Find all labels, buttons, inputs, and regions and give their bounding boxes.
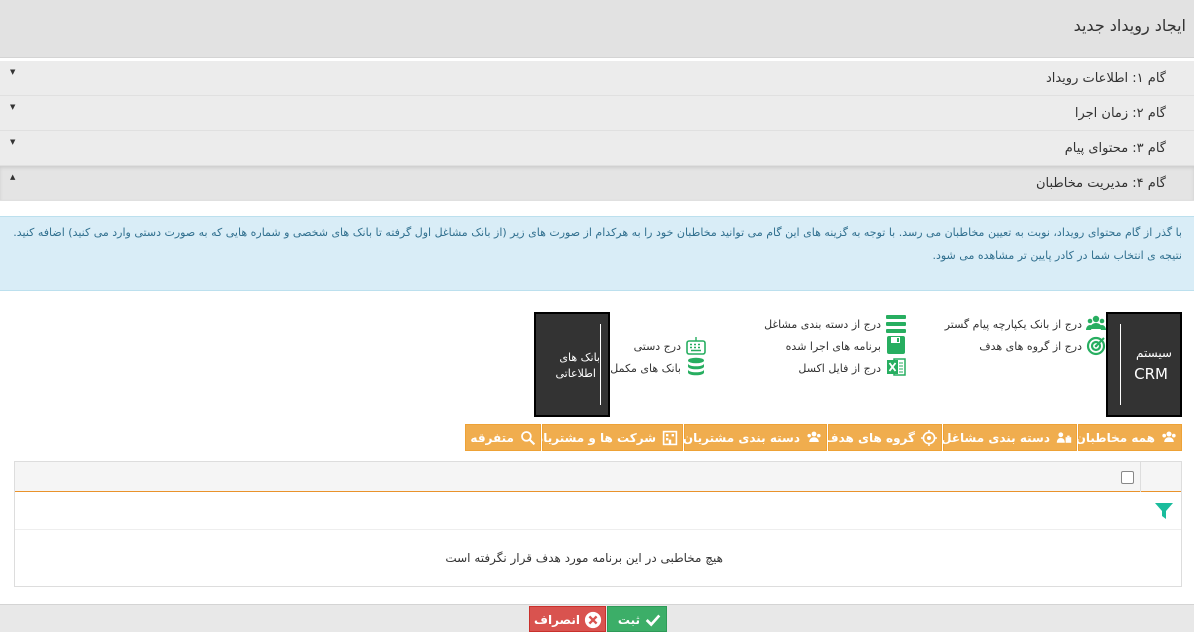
step-3-label: گام ۳: محتوای پیام [1064,141,1166,156]
floppy-icon [887,336,905,354]
info-alert: با گذر از گام محتوای رویداد، نوبت به تعی… [0,216,1194,291]
step-4-label: گام ۴: مدیریت مخاطبان [1035,176,1166,191]
filter-icon[interactable] [1154,501,1174,521]
step-3-header[interactable]: ▼ گام ۳: محتوای پیام [0,131,1194,166]
crm-box-line1: سیستم [1136,346,1172,360]
save-button-label: ثبت [617,613,640,627]
tab-label: دسته بندی مشاغل [941,431,1050,445]
contact-sources: سیستم CRM درج از بانک یکپارچه پیام گستر … [0,300,1194,420]
job-category-icon [1056,432,1072,443]
source-unified-bank[interactable]: درج از بانک یکپارچه پیام گستر [945,318,1082,331]
step-1-label: گام ۱: اطلاعات رویداد [1045,71,1166,86]
users-icon [1162,431,1176,442]
tab-customer-categories[interactable]: دسته بندی مشتریان [682,424,827,451]
grid-empty-message: هیچ مخاطبی در این برنامه مورد هدف قرار ن… [445,551,723,565]
form-footer: ثبت انصراف [0,604,1194,632]
source-target-groups[interactable]: درج از گروه های هدف [979,340,1082,353]
page-header: ایجاد رویداد جدید [0,0,1194,58]
databanks-box-line2: اطلاعاتی [555,367,596,380]
databanks-box: بانک های اطلاعاتی [534,312,610,417]
bracket-divider [1120,324,1121,405]
save-button[interactable]: ثبت [607,606,667,632]
keyboard-icon [686,337,706,355]
cancel-button[interactable]: انصراف [529,606,606,632]
databanks-box-line1: بانک های [559,351,600,364]
source-supplementary-banks[interactable]: بانک های مکمل [610,362,681,375]
source-excel-file[interactable]: درج از فایل اکسل [798,362,881,375]
tab-label: همه مخاطبان [1075,431,1155,445]
column-divider [1140,462,1141,492]
caret-up-icon: ▲ [10,173,16,181]
tab-companies-customers[interactable]: شرکت ها و مشتریان [533,424,683,451]
search-icon [521,431,536,446]
tab-misc[interactable]: متفرقه [465,424,541,451]
step-1-header[interactable]: ▼ گام ۱: اطلاعات رویداد [0,61,1194,96]
source-manual-entry[interactable]: درج دستی [634,340,681,353]
step-2-header[interactable]: ▼ گام ۲: زمان اجرا [0,96,1194,131]
tab-label: شرکت ها و مشتریان [532,431,656,445]
crm-system-box: سیستم CRM [1106,312,1182,417]
step-2-label: گام ۲: زمان اجرا [1074,106,1166,121]
bracket-divider [600,324,601,405]
page-title: ایجاد رویداد جدید [1073,16,1186,35]
users-icon [1086,315,1106,330]
target-icon [1086,336,1106,356]
target-icon [921,430,937,446]
source-job-categories[interactable]: درج از دسته بندی مشاغل [764,318,881,331]
excel-icon [887,358,906,376]
select-all-checkbox[interactable] [1121,471,1134,484]
tab-label: گروه های هدف [824,431,915,445]
close-circle-icon [584,611,602,629]
caret-down-icon: ▼ [10,68,16,76]
tab-target-groups[interactable]: گروه های هدف [824,424,942,451]
check-icon [645,614,661,627]
tab-job-categories[interactable]: دسته بندی مشاغل [941,424,1077,451]
list-icon [886,315,906,333]
contacts-grid: هیچ مخاطبی در این برنامه مورد هدف قرار ن… [14,461,1182,587]
source-executed-programs[interactable]: برنامه های اجرا شده [786,340,881,353]
grid-filter-row [15,492,1181,530]
caret-down-icon: ▼ [10,138,16,146]
tab-label: متفرقه [470,431,514,445]
contact-filter-tabs: همه مخاطبان دسته بندی مشاغل گروه های هدف… [0,424,1194,452]
tab-label: دسته بندی مشتریان [682,431,800,445]
step-4-header[interactable]: ▲ گام ۴: مدیریت مخاطبان [0,166,1194,201]
building-icon [662,430,678,446]
cancel-button-label: انصراف [534,613,580,627]
customers-icon [807,431,821,442]
info-text: با گذر از گام محتوای رویداد، نوبت به تعی… [13,226,1182,262]
crm-box-line2: CRM [1134,365,1168,383]
caret-down-icon: ▼ [10,103,16,111]
grid-header [15,462,1181,492]
tab-all-contacts[interactable]: همه مخاطبان [1075,424,1182,451]
database-icon [688,357,704,376]
